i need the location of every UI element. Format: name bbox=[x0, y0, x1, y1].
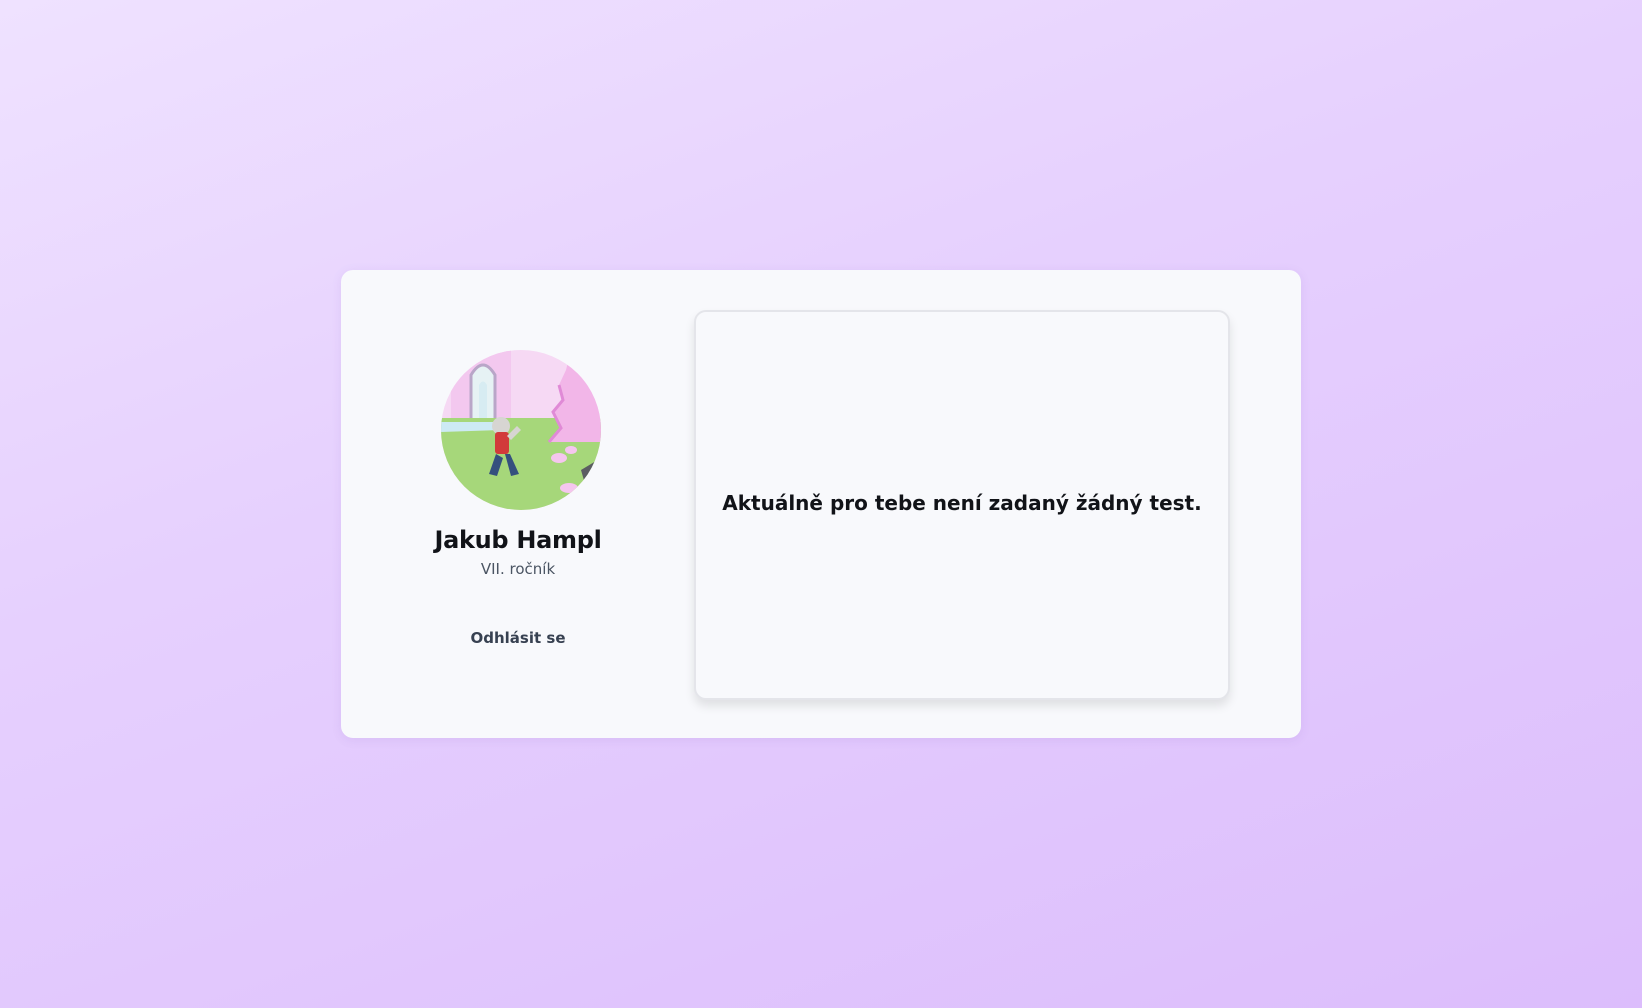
profile-section: Jakub Hampl VII. ročník Odhlásit se bbox=[341, 270, 695, 738]
no-test-message: Aktuálně pro tebe není zadaný žádný test… bbox=[722, 491, 1202, 515]
dashboard-card: Jakub Hampl VII. ročník Odhlásit se Aktu… bbox=[341, 270, 1301, 738]
user-grade: VII. ročník bbox=[480, 560, 556, 578]
avatar bbox=[441, 350, 601, 510]
test-panel: Aktuálně pro tebe není zadaný žádný test… bbox=[694, 310, 1230, 700]
avatar-image bbox=[441, 350, 601, 510]
user-name: Jakub Hampl bbox=[434, 526, 602, 554]
logout-button[interactable]: Odhlásit se bbox=[458, 620, 578, 656]
